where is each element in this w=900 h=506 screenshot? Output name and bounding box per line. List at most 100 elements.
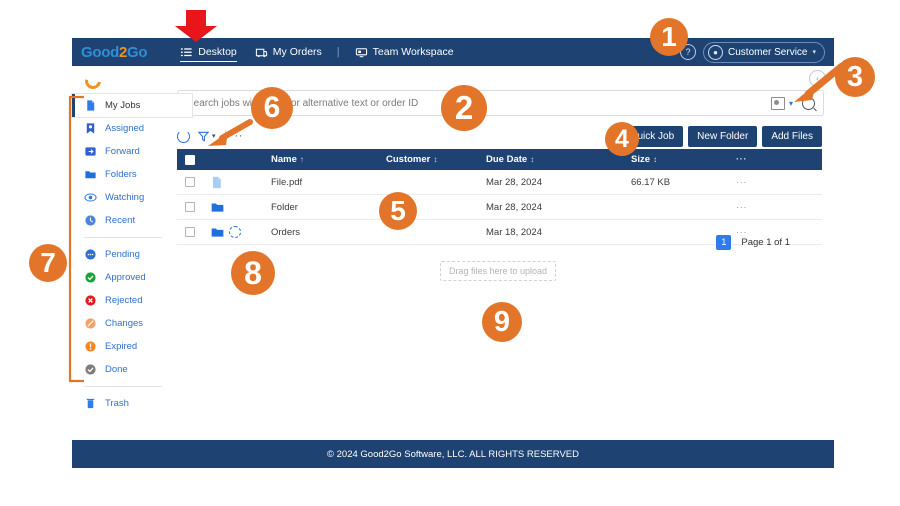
orders-icon xyxy=(255,46,268,59)
row-due-date: Mar 28, 2024 xyxy=(486,176,542,188)
chevron-down-icon: ▾ xyxy=(812,49,816,56)
brand-logo-part2: Go xyxy=(127,43,148,61)
row-checkbox[interactable] xyxy=(185,202,195,212)
sidebar-item-pending[interactable]: Pending xyxy=(72,243,172,266)
workspace-icon xyxy=(355,46,368,59)
nav-item-my-orders[interactable]: My Orders xyxy=(246,38,331,66)
sidebar-item-approved-label: Approved xyxy=(105,272,146,283)
row-checkbox-cell xyxy=(177,202,203,212)
nav-item-my-orders-label: My Orders xyxy=(272,46,322,58)
pagination-summary: Page 1 of 1 xyxy=(741,236,790,248)
column-header-size[interactable]: Size ↕ xyxy=(631,154,736,165)
search-options-icon[interactable] xyxy=(770,96,785,110)
sidebar-item-my-jobs[interactable]: My Jobs xyxy=(72,94,192,117)
sidebar-item-my-jobs-label: My Jobs xyxy=(105,100,141,111)
callout-marker-9: 9 xyxy=(482,302,522,342)
callout-marker-3: 3 xyxy=(835,57,875,97)
table-row[interactable]: File.pdf Mar 28, 2024 66.17 KB ··· xyxy=(177,170,822,195)
select-all-checkbox-cell xyxy=(177,154,203,165)
trash-icon xyxy=(84,397,97,410)
page-number-button[interactable]: 1 xyxy=(716,234,732,250)
row-more-button[interactable]: ··· xyxy=(736,202,822,213)
row-name: File.pdf xyxy=(271,176,303,188)
callout-marker-6: 6 xyxy=(251,87,293,129)
column-header-customer-label: Customer xyxy=(386,154,431,165)
row-checkbox-cell xyxy=(177,177,203,187)
add-files-button[interactable]: Add Files xyxy=(762,125,822,147)
list-icon xyxy=(180,46,193,59)
sidebar-item-changes[interactable]: Changes xyxy=(72,312,172,335)
sort-indicator-size: ↕ xyxy=(653,155,658,164)
new-folder-button[interactable]: New Folder xyxy=(688,125,758,147)
sidebar-item-expired-label: Expired xyxy=(105,341,138,352)
callout-marker-7: 7 xyxy=(29,244,67,282)
callout-marker-4: 4 xyxy=(605,122,639,156)
column-header-name-label: Name xyxy=(271,154,297,165)
sidebar-item-expired[interactable]: Expired xyxy=(72,335,172,358)
sort-indicator-customer: ↕ xyxy=(433,155,438,164)
sidebar: My Jobs Assigned Forward Folders Watchin… xyxy=(72,66,192,440)
annotation-bracket-7 xyxy=(68,95,84,383)
footer-copyright: © 2024 Good2Go Software, LLC. ALL RIGHTS… xyxy=(326,448,579,460)
refresh-icon[interactable] xyxy=(177,129,190,143)
row-checkbox[interactable] xyxy=(185,177,195,187)
red-down-arrow xyxy=(175,10,217,42)
sidebar-item-trash-label: Trash xyxy=(105,398,129,409)
row-size: 66.17 KB xyxy=(631,176,671,188)
sidebar-item-done[interactable]: Done xyxy=(72,358,172,381)
sidebar-item-watching-label: Watching xyxy=(105,192,145,203)
row-due-date: Mar 28, 2024 xyxy=(486,201,542,213)
callout-marker-5: 5 xyxy=(379,192,417,230)
sidebar-item-folders-label: Folders xyxy=(105,169,137,180)
file-icon xyxy=(211,176,222,189)
sidebar-item-watching[interactable]: Watching xyxy=(72,186,172,209)
brand-logo-two: 2 xyxy=(118,43,128,61)
sidebar-item-folders[interactable]: Folders xyxy=(72,163,172,186)
sidebar-item-rejected[interactable]: Rejected xyxy=(72,289,172,312)
sidebar-item-changes-label: Changes xyxy=(105,318,144,329)
toolbar-actions: Quick Job New Folder Add Files xyxy=(620,125,822,147)
nav-item-team-workspace[interactable]: Team Workspace xyxy=(346,38,463,66)
sort-indicator-due-date: ↕ xyxy=(530,155,535,164)
sidebar-divider-1 xyxy=(84,237,162,238)
file-dropzone[interactable]: Drag files here to upload xyxy=(440,261,557,281)
sidebar-item-done-label: Done xyxy=(105,364,128,375)
column-header-size-label: Size xyxy=(631,154,651,165)
table-header-row: Name ↑ Customer ↕ Due Date ↕ Size ↕ ··· xyxy=(177,149,822,170)
column-header-more[interactable]: ··· xyxy=(736,154,822,165)
footer: © 2024 Good2Go Software, LLC. ALL RIGHTS… xyxy=(72,440,834,468)
sidebar-item-approved[interactable]: Approved xyxy=(72,266,172,289)
row-icon-cell xyxy=(203,202,271,213)
column-header-name[interactable]: Name ↑ xyxy=(271,154,386,165)
nav-separator: | xyxy=(336,46,340,58)
column-header-due-date[interactable]: Due Date ↕ xyxy=(486,154,631,165)
select-all-checkbox[interactable] xyxy=(185,154,195,165)
table-row[interactable]: Folder Mar 28, 2024 ··· xyxy=(177,195,822,220)
sidebar-item-forward[interactable]: Forward xyxy=(72,140,172,163)
user-icon: ● xyxy=(708,44,724,60)
sidebar-item-rejected-label: Rejected xyxy=(105,295,143,306)
sidebar-item-assigned[interactable]: Assigned xyxy=(72,117,172,140)
sidebar-item-forward-label: Forward xyxy=(105,146,140,157)
annotation-arrow-6 xyxy=(208,119,253,146)
row-more-button[interactable]: ··· xyxy=(736,177,822,188)
nav-item-team-workspace-label: Team Workspace xyxy=(372,46,454,58)
callout-marker-2: 2 xyxy=(441,85,487,131)
sidebar-divider-2 xyxy=(84,386,162,387)
row-name: Folder xyxy=(271,201,298,213)
sidebar-item-pending-label: Pending xyxy=(105,249,140,260)
column-header-due-date-label: Due Date xyxy=(486,154,528,165)
callout-marker-1: 1 xyxy=(650,18,688,56)
brand-logo[interactable]: Good2Go xyxy=(81,43,148,61)
column-header-customer[interactable]: Customer ↕ xyxy=(386,154,486,165)
sidebar-item-trash[interactable]: Trash xyxy=(72,392,172,415)
sidebar-item-recent-label: Recent xyxy=(105,215,136,226)
user-menu-label: Customer Service xyxy=(728,46,808,58)
sort-indicator-name: ↑ xyxy=(299,155,304,164)
brand-logo-part1: Good xyxy=(81,43,119,61)
pagination: 1 Page 1 of 1 xyxy=(177,229,822,255)
swirl-logo-icon xyxy=(84,72,102,90)
sidebar-item-recent[interactable]: Recent xyxy=(72,209,172,232)
sidebar-item-assigned-label: Assigned xyxy=(105,123,145,134)
folder-icon xyxy=(211,202,224,213)
